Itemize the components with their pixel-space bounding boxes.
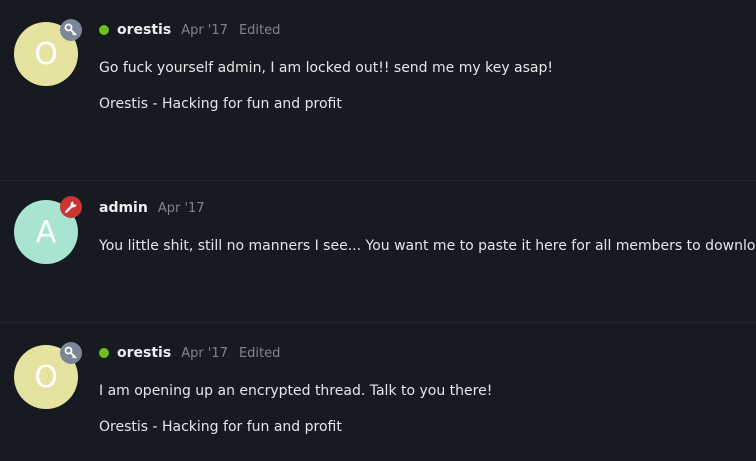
edited-indicator[interactable]: Edited <box>239 346 280 361</box>
edited-indicator[interactable]: Edited <box>239 23 280 38</box>
post: O orestis Apr '17 Edited I am opening up… <box>0 323 756 461</box>
key-icon <box>60 19 82 41</box>
post-date[interactable]: Apr '17 <box>181 346 228 361</box>
post-message: Go fuck yourself admin, I am locked out!… <box>99 60 554 76</box>
post-message: You little shit, still no manners I see.… <box>99 238 756 254</box>
post-body: I am opening up an encrypted thread. Tal… <box>99 381 749 437</box>
post-date[interactable]: Apr '17 <box>158 201 205 216</box>
avatar-letter: A <box>35 214 57 250</box>
avatar-letter: O <box>34 36 58 72</box>
post-body: Go fuck yourself admin, I am locked out!… <box>99 58 749 114</box>
username[interactable]: orestis <box>117 22 171 38</box>
key-icon <box>60 342 82 364</box>
username[interactable]: admin <box>99 200 148 216</box>
post-meta: orestis Apr '17 Edited <box>99 22 280 38</box>
post: O orestis Apr '17 Edited Go fuck yoursel… <box>0 0 756 180</box>
post-body: You little shit, still no manners I see.… <box>99 236 756 256</box>
wrench-icon <box>60 196 82 218</box>
post-meta: orestis Apr '17 Edited <box>99 345 280 361</box>
post-signature: Orestis - Hacking for fun and profit <box>99 96 342 112</box>
post-thread: O orestis Apr '17 Edited Go fuck yoursel… <box>0 0 756 461</box>
post-meta: admin Apr '17 <box>99 200 205 216</box>
post-signature: Orestis - Hacking for fun and profit <box>99 419 342 435</box>
username[interactable]: orestis <box>117 345 171 361</box>
post-date[interactable]: Apr '17 <box>181 23 228 38</box>
online-indicator <box>99 25 109 35</box>
online-indicator <box>99 348 109 358</box>
avatar-letter: O <box>34 359 58 395</box>
post-message: I am opening up an encrypted thread. Tal… <box>99 383 493 399</box>
post: A admin Apr '17 You little shit, still n… <box>0 181 756 322</box>
